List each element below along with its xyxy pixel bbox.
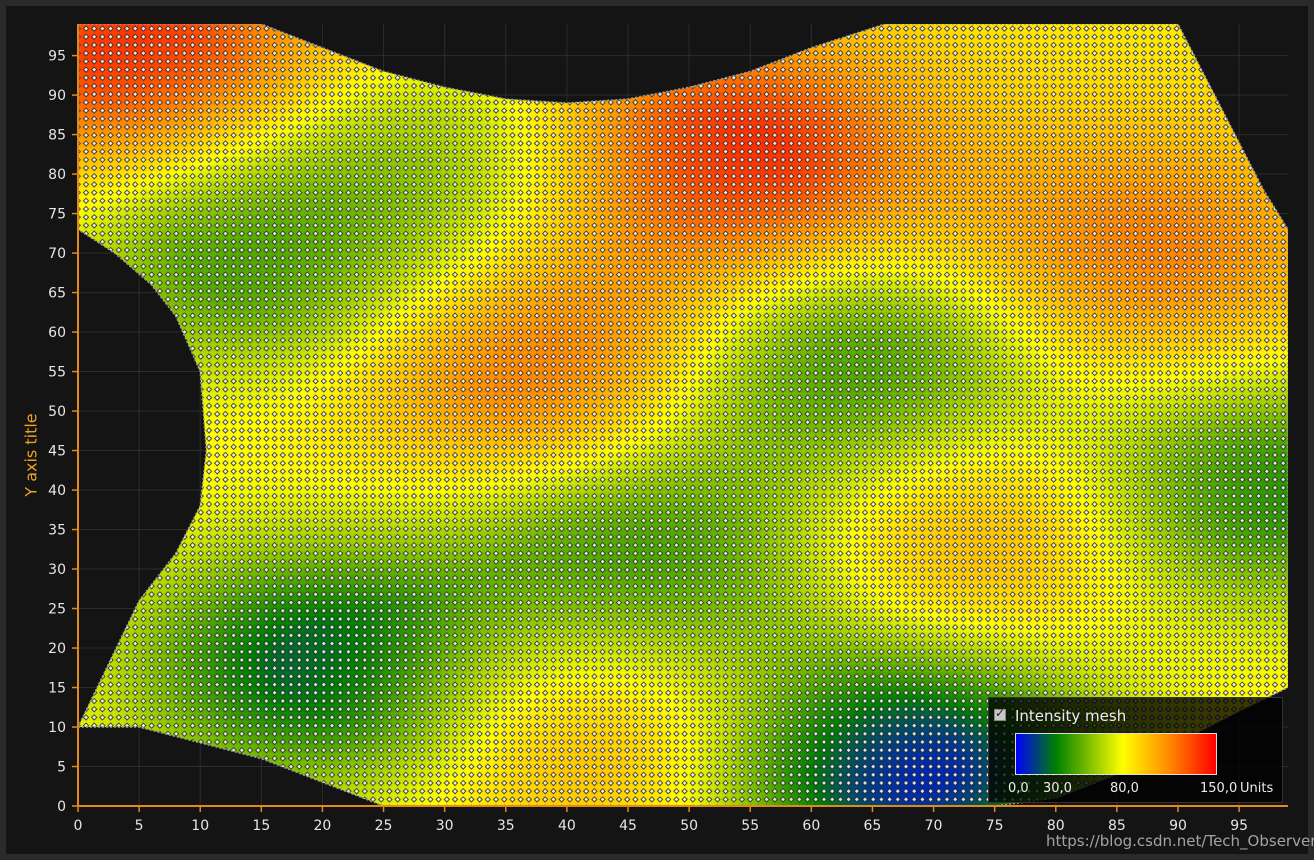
y-tick-label: 55 (48, 365, 66, 381)
y-tick-label: 65 (48, 286, 66, 302)
y-tick-label: 20 (48, 641, 66, 657)
y-tick-label: 5 (57, 760, 66, 776)
x-tick-label: 70 (925, 818, 943, 834)
y-tick-label: 90 (48, 88, 66, 104)
legend-label-green: 30,0 (1043, 781, 1072, 796)
watermark: https://blog.csdn.net/Tech_Observer (1046, 832, 1314, 850)
legend-label-max: 150,0 (1200, 781, 1238, 796)
y-tick-label: 10 (48, 720, 66, 736)
x-tick-label: 60 (802, 818, 820, 834)
y-tick-label: 85 (48, 128, 66, 144)
y-tick-label: 30 (48, 562, 66, 578)
y-tick-label: 25 (48, 602, 66, 618)
x-tick-label: 50 (680, 818, 698, 834)
x-tick-label: 65 (864, 818, 882, 834)
legend-series-name: Intensity mesh (1015, 707, 1127, 725)
y-tick-label: 80 (48, 167, 66, 183)
x-tick-label: 40 (558, 818, 576, 834)
x-tick-label: 30 (436, 818, 454, 834)
x-tick-label: 75 (986, 818, 1004, 834)
y-tick-label: 60 (48, 325, 66, 341)
legend-label-yellow: 80,0 (1110, 781, 1139, 796)
legend-units: Units (1240, 781, 1274, 796)
color-scale-bar (1015, 733, 1217, 775)
x-tick-label: 15 (252, 818, 270, 834)
y-tick-label: 95 (48, 49, 66, 65)
x-tick-label: 0 (74, 818, 83, 834)
x-tick-label: 5 (135, 818, 144, 834)
x-tick-label: 20 (314, 818, 332, 834)
x-tick-label: 35 (497, 818, 515, 834)
y-axis-title: Y axis title (6, 380, 56, 530)
x-tick-label: 45 (619, 818, 637, 834)
legend: Intensity mesh 0,0 30,0 80,0 150,0 Units (988, 697, 1283, 803)
x-axis: 0 5 10 15 20 25 30 35 40 45 50 55 60 65 70 75 80 85 90 95 (74, 806, 1248, 834)
y-tick-label: 70 (48, 246, 66, 262)
y-tick-label: 15 (48, 681, 66, 697)
x-tick-label: 55 (741, 818, 759, 834)
y-tick-label: 0 (57, 799, 66, 815)
x-tick-label: 25 (375, 818, 393, 834)
y-tick-label: 75 (48, 207, 66, 223)
legend-label-min: 0,0 (1008, 781, 1029, 796)
x-tick-label: 10 (191, 818, 209, 834)
intensity-mesh (78, 24, 1288, 806)
series-visibility-checkbox[interactable] (994, 706, 1006, 721)
y-axis-title-text: Y axis title (21, 413, 41, 497)
